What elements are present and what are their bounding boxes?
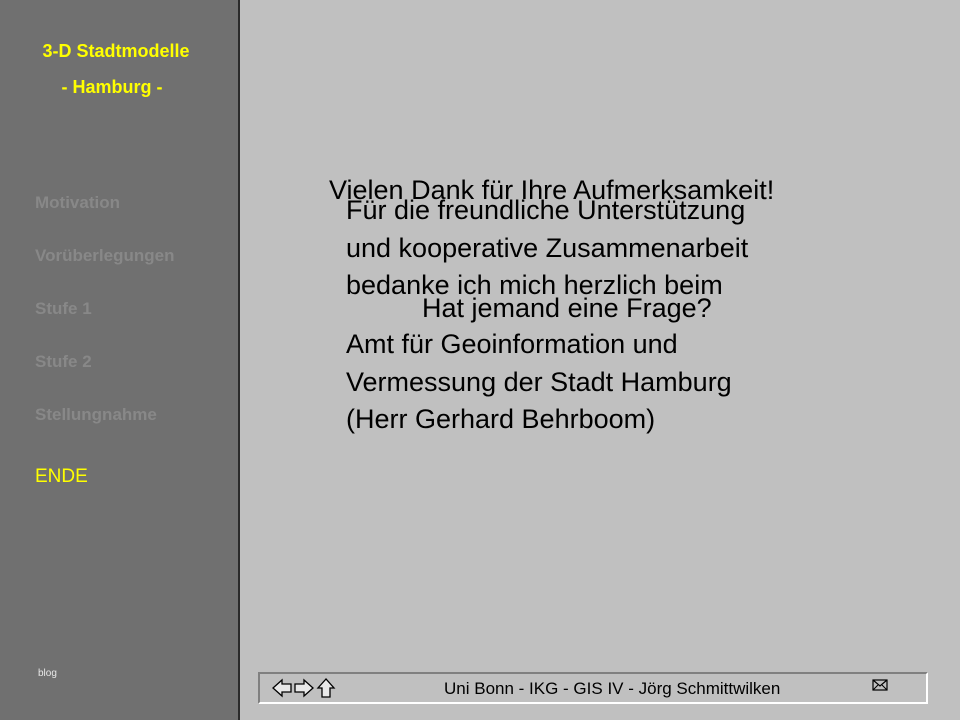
mail-icon[interactable] [872, 678, 888, 692]
blog-label: blog [38, 668, 57, 679]
sidebar-item-vorueberlegungen[interactable]: Vorüberlegungen [35, 246, 174, 266]
footer-bar: Uni Bonn - IKG - GIS IV - Jörg Schmittwi… [258, 672, 928, 704]
org-line-1: Amt für Geoinformation und [346, 329, 678, 359]
sidebar-item-stufe-2[interactable]: Stufe 2 [35, 352, 92, 372]
sidebar: 3-D Stadtmodelle - Hamburg - Motivation … [0, 0, 240, 720]
sidebar-item-ende[interactable]: ENDE [35, 466, 88, 488]
slide-content: Vielen Dank für Ihre Aufmerksamkeit! Für… [240, 0, 960, 720]
sidebar-item-motivation[interactable]: Motivation [35, 193, 120, 213]
arrow-up-icon[interactable] [316, 678, 336, 698]
thanks-line-1: Für die freundliche Unterstützung [346, 195, 746, 225]
org-line-2: Vermessung der Stadt Hamburg [346, 367, 732, 397]
sidebar-item-stellungnahme[interactable]: Stellungnahme [35, 405, 157, 425]
arrow-left-icon[interactable] [272, 678, 292, 698]
sidebar-item-stufe-1[interactable]: Stufe 1 [35, 299, 92, 319]
footer-credit: Uni Bonn - IKG - GIS IV - Jörg Schmittwi… [444, 679, 781, 698]
thanks-line-2: und kooperative Zusammenarbeit [346, 233, 749, 263]
question-text: Hat jemand eine Frage? [422, 293, 712, 323]
arrow-right-icon[interactable] [294, 678, 314, 698]
sidebar-title: 3-D Stadtmodelle [42, 41, 190, 61]
org-line-3: (Herr Gerhard Behrboom) [346, 404, 656, 434]
sidebar-subtitle: - Hamburg - [61, 77, 163, 97]
